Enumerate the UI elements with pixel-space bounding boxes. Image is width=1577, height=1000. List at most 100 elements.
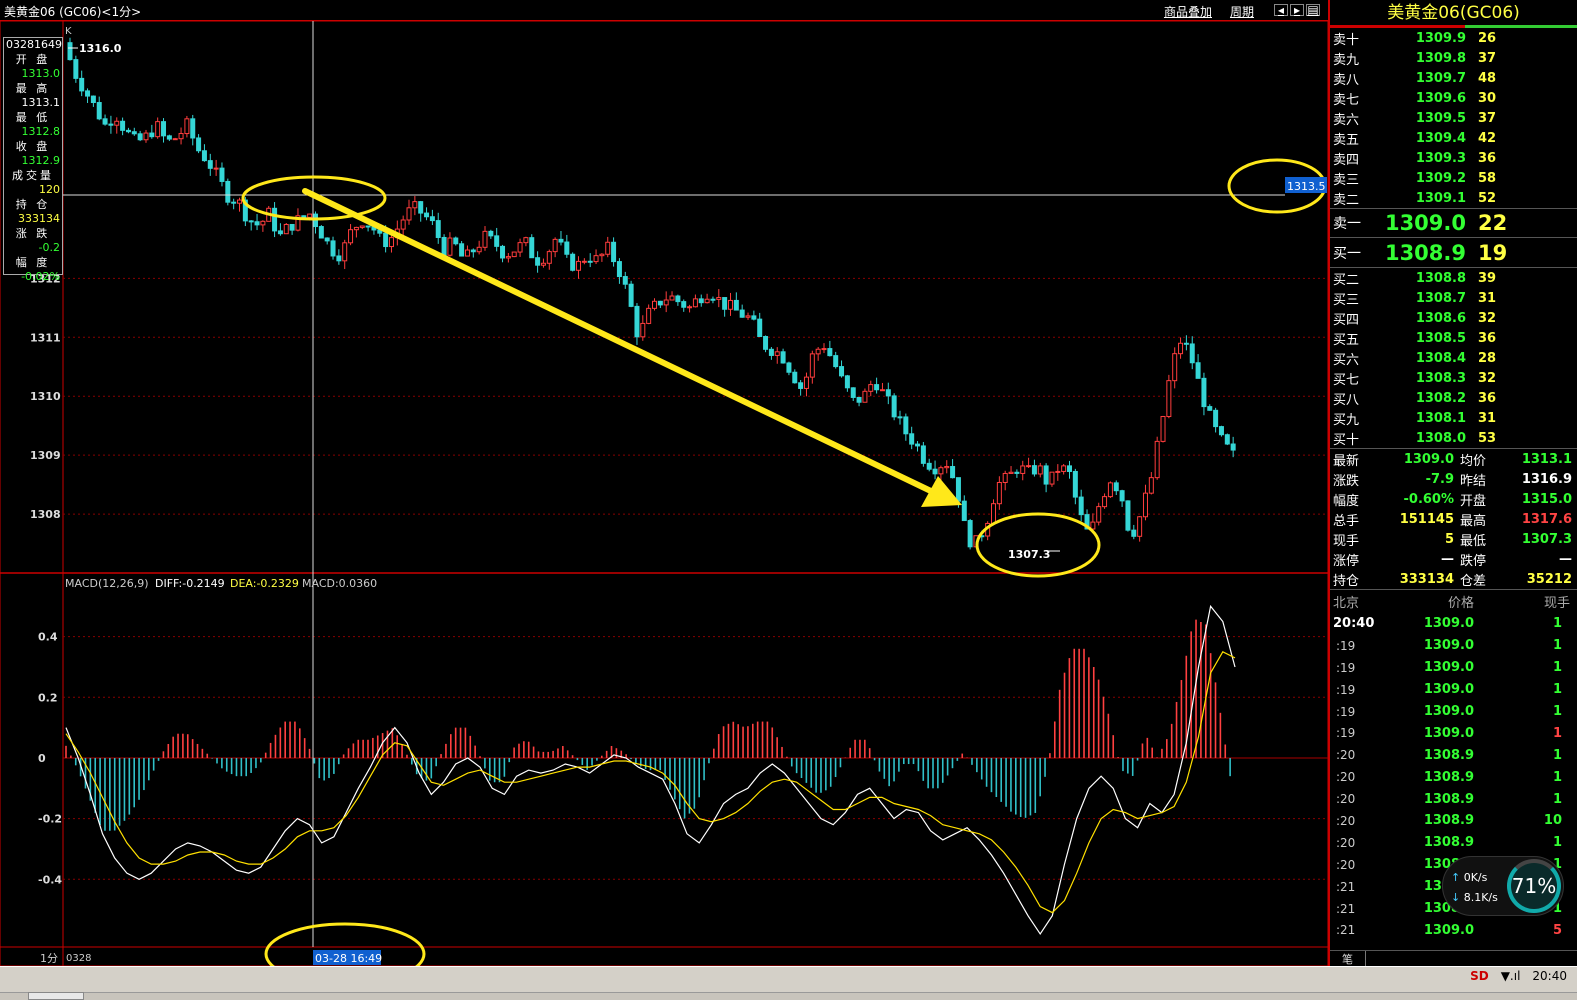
ask-level-row[interactable]: 卖十 1309.9 26 bbox=[1330, 28, 1577, 48]
tick-row[interactable]: 20:40 1309.0 1 bbox=[1330, 613, 1577, 635]
bid-level-row[interactable]: 买五 1308.5 36 bbox=[1330, 328, 1577, 348]
period-link[interactable]: 周期 bbox=[1230, 3, 1254, 20]
candle-body bbox=[774, 351, 780, 356]
candle-body bbox=[926, 462, 932, 470]
bid-level-row[interactable]: 买八 1308.2 36 bbox=[1330, 388, 1577, 408]
candle-body bbox=[231, 201, 237, 204]
overlay-link[interactable]: 商品叠加 bbox=[1164, 3, 1212, 20]
candle-body bbox=[616, 261, 622, 278]
candle-body bbox=[73, 59, 79, 79]
tick-row[interactable]: :20 1308.9 1 bbox=[1330, 766, 1577, 788]
candle-body bbox=[318, 226, 324, 239]
high-price-label: 1316.0 bbox=[79, 42, 122, 55]
bid-level-row[interactable]: 买六 1308.4 28 bbox=[1330, 348, 1577, 368]
ask-level-row[interactable]: 卖九 1309.8 37 bbox=[1330, 48, 1577, 68]
candle-body bbox=[120, 120, 126, 131]
candle-body bbox=[272, 207, 278, 232]
prev-icon[interactable]: ◂ bbox=[1274, 4, 1288, 16]
tick-row[interactable]: :19 1309.0 1 bbox=[1330, 679, 1577, 701]
tick-price: 1308.9 bbox=[1423, 747, 1474, 763]
candle-body bbox=[1096, 506, 1102, 523]
ask-level-vol: 48 bbox=[1478, 70, 1497, 86]
ask-level-price: 1309.2 bbox=[1415, 170, 1466, 186]
bid-level-label: 买四 bbox=[1333, 312, 1360, 328]
candle-body bbox=[593, 255, 599, 263]
ask-level-row[interactable]: 卖五 1309.4 42 bbox=[1330, 128, 1577, 148]
tick-row[interactable]: :21 1309.0 5 bbox=[1330, 919, 1577, 941]
crosshair-price-label: 1313.5 bbox=[1287, 180, 1326, 193]
candle-body bbox=[874, 384, 880, 391]
tick-row[interactable]: :19 1309.0 1 bbox=[1330, 635, 1577, 657]
ask-level-label: 卖十 bbox=[1333, 32, 1360, 48]
macd-tick-label: 0.4 bbox=[38, 631, 58, 644]
bid1-vol: 19 bbox=[1478, 240, 1508, 265]
bid-level-row[interactable]: 买二 1308.8 39 bbox=[1330, 268, 1577, 288]
bid-level-price: 1308.1 bbox=[1415, 410, 1466, 426]
candle-body bbox=[1230, 443, 1236, 451]
tick-row[interactable]: :20 1308.9 1 bbox=[1330, 744, 1577, 766]
ask1-row[interactable]: 卖一 1309.0 22 bbox=[1330, 208, 1577, 238]
candle-body bbox=[1061, 465, 1067, 472]
candle-body bbox=[1049, 471, 1055, 485]
bid-level-row[interactable]: 买三 1308.7 31 bbox=[1330, 288, 1577, 308]
candle-body bbox=[798, 382, 804, 389]
ask-level-row[interactable]: 卖八 1309.7 48 bbox=[1330, 68, 1577, 88]
quote-title-text: 美黄金06(GC06) bbox=[1387, 3, 1520, 23]
tick-row[interactable]: :19 1309.0 1 bbox=[1330, 701, 1577, 723]
stat-value: 333134 bbox=[1399, 571, 1454, 587]
candle-body bbox=[663, 299, 669, 306]
candle-body bbox=[1102, 496, 1108, 508]
ask-level-row[interactable]: 卖二 1309.1 52 bbox=[1330, 188, 1577, 208]
tick-row[interactable]: :20 1308.9 10 bbox=[1330, 810, 1577, 832]
candle-body bbox=[891, 395, 897, 418]
candle-body bbox=[564, 241, 570, 255]
tab-trades[interactable]: 笔 bbox=[1330, 951, 1366, 966]
candle-body bbox=[277, 230, 283, 235]
stat-label: 最高 bbox=[1460, 513, 1487, 529]
macd-diff-label: DIFF:-0.2149 bbox=[155, 577, 225, 590]
quote-title: 美黄金06(GC06) bbox=[1330, 0, 1577, 28]
bid-level-row[interactable]: 买七 1308.3 32 bbox=[1330, 368, 1577, 388]
tick-row[interactable]: :20 1308.9 1 bbox=[1330, 832, 1577, 854]
ask-level-price: 1309.9 bbox=[1415, 30, 1466, 46]
tick-row[interactable]: :19 1309.0 1 bbox=[1330, 722, 1577, 744]
stat-label: 均价 bbox=[1460, 453, 1487, 469]
bid-level-price: 1308.4 bbox=[1415, 350, 1466, 366]
bid-level-row[interactable]: 买九 1308.1 31 bbox=[1330, 408, 1577, 428]
tick-vol: 1 bbox=[1552, 660, 1562, 676]
bid-level-row[interactable]: 买四 1308.6 32 bbox=[1330, 308, 1577, 328]
ask-level-row[interactable]: 卖七 1309.6 30 bbox=[1330, 88, 1577, 108]
candle-body bbox=[587, 260, 593, 263]
bid-level-price: 1308.7 bbox=[1415, 290, 1466, 306]
ask-level-row[interactable]: 卖三 1309.2 58 bbox=[1330, 168, 1577, 188]
candle-body bbox=[1119, 490, 1125, 502]
next-icon[interactable]: ▸ bbox=[1290, 4, 1304, 16]
tick-row[interactable]: :20 1308.9 1 bbox=[1330, 788, 1577, 810]
ask-level-row[interactable]: 卖六 1309.5 37 bbox=[1330, 108, 1577, 128]
candle-body bbox=[517, 242, 523, 253]
candle-body bbox=[739, 309, 745, 318]
candle-body bbox=[757, 318, 763, 338]
candle-body bbox=[850, 387, 856, 398]
ask-level-label: 卖八 bbox=[1333, 72, 1360, 88]
bid1-row[interactable]: 买一 1308.9 19 bbox=[1330, 238, 1577, 268]
candle-body bbox=[1014, 471, 1020, 474]
task-tab[interactable] bbox=[28, 992, 84, 1000]
ask-level-price: 1309.4 bbox=[1415, 130, 1466, 146]
ask-level-row[interactable]: 卖四 1309.3 36 bbox=[1330, 148, 1577, 168]
tick-row[interactable]: :19 1309.0 1 bbox=[1330, 657, 1577, 679]
candle-body bbox=[383, 232, 389, 248]
candle-body bbox=[155, 121, 161, 138]
bid-level-row[interactable]: 买十 1308.0 53 bbox=[1330, 428, 1577, 448]
bid-level-vol: 36 bbox=[1478, 390, 1497, 406]
candle-body bbox=[137, 133, 143, 141]
stat-row: 涨跌 -7.9 昨结 1316.9 bbox=[1330, 469, 1577, 489]
kline-chart[interactable]: 130813091310131113120.40.20-0.2-0.4 K 13… bbox=[0, 21, 1328, 966]
candle-body bbox=[353, 226, 359, 231]
ticks-header-price: 价格 bbox=[1447, 596, 1474, 611]
tick-time: :21 bbox=[1336, 879, 1356, 894]
ask-level-vol: 42 bbox=[1478, 130, 1497, 146]
layout-icon[interactable]: ▤ bbox=[1306, 4, 1320, 16]
candle-body bbox=[733, 299, 739, 311]
tick-price: 1309.0 bbox=[1423, 682, 1474, 698]
